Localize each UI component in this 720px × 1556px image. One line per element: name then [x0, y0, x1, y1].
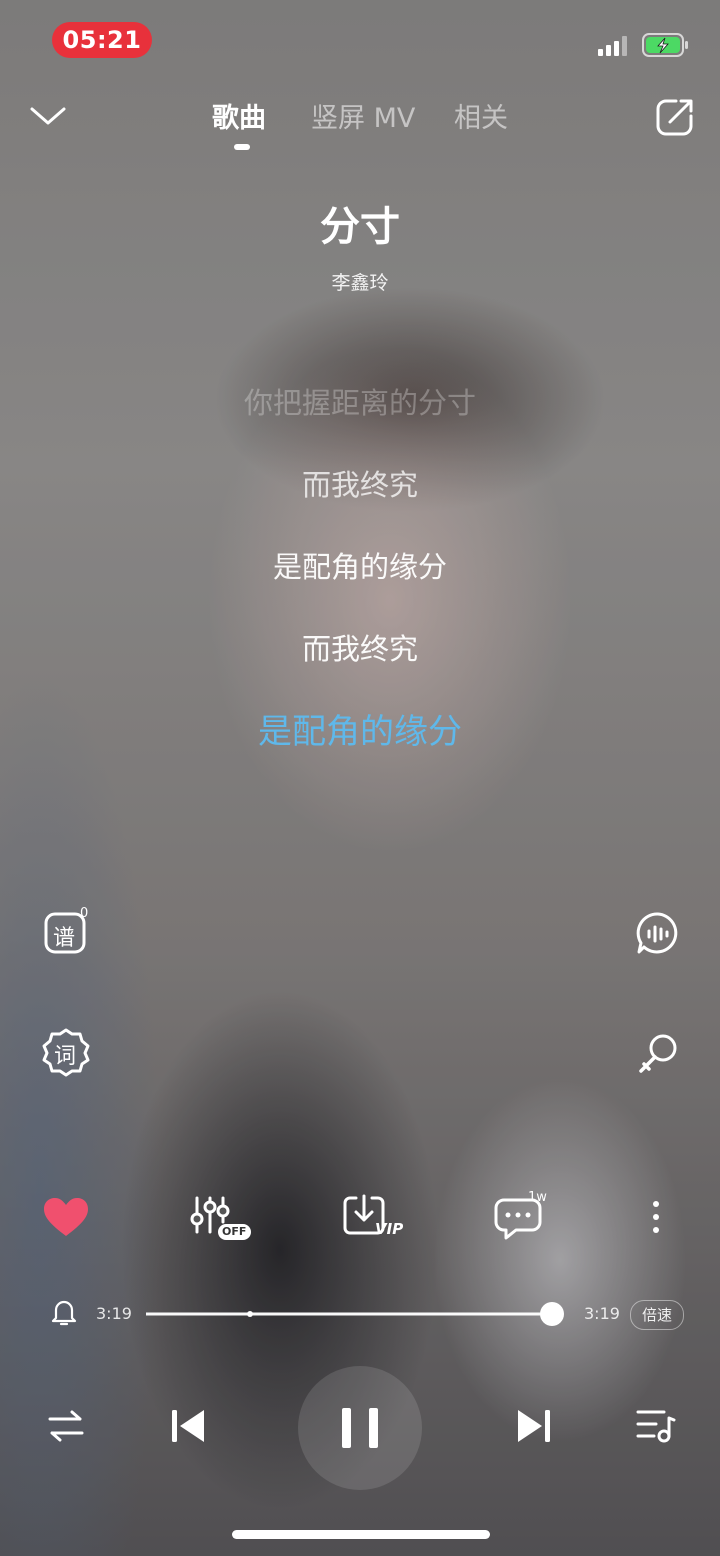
lyric-line[interactable]: 是配角的缘分: [0, 544, 720, 586]
more-vertical-icon: [653, 1201, 659, 1233]
skip-previous-icon: [172, 1410, 204, 1442]
sound-effect-button[interactable]: [630, 906, 686, 962]
shuffle-icon: [48, 1410, 84, 1442]
playback-speed-button[interactable]: 倍速: [630, 1300, 684, 1330]
tab-song[interactable]: 歌曲: [212, 96, 266, 135]
vip-badge: VIP: [375, 1220, 404, 1238]
like-button[interactable]: [40, 1192, 92, 1244]
pause-icon: [342, 1408, 378, 1448]
battery-icon: [642, 32, 690, 58]
sound-effects-toggle[interactable]: OFF: [188, 1192, 254, 1244]
active-tab-indicator: [234, 144, 250, 150]
highlight-marker: [247, 1311, 253, 1317]
lyric-line[interactable]: 而我终究: [0, 462, 720, 504]
score-label: 谱: [53, 926, 76, 951]
playlist-icon: [636, 1410, 676, 1443]
song-title: 分寸: [320, 204, 400, 250]
tab-vertical-mv[interactable]: 竖屏 MV: [311, 96, 415, 135]
comment-count: 1w: [528, 1190, 547, 1205]
pause-button[interactable]: [298, 1366, 422, 1490]
top-tabs: 歌曲 竖屏 MV 相关: [0, 96, 720, 156]
lyric-line[interactable]: 而我终究: [0, 626, 720, 668]
current-lyric-line[interactable]: 是配角的缘分: [0, 704, 720, 753]
artist-name[interactable]: 李鑫玲: [0, 268, 720, 295]
status-time: 05:21: [52, 22, 152, 58]
download-button[interactable]: VIP: [342, 1192, 406, 1244]
lyric-label: 词: [54, 1044, 77, 1069]
lyric-poster-button[interactable]: 词: [38, 1024, 94, 1080]
signal-icon: [598, 36, 630, 56]
audio-wave-icon: [636, 912, 678, 954]
microphone-icon: [639, 1034, 677, 1073]
lyric-line[interactable]: 你把握距离的分寸: [0, 380, 720, 422]
share-button[interactable]: [654, 96, 696, 138]
home-indicator[interactable]: [232, 1530, 490, 1539]
playlist-button[interactable]: [634, 1404, 676, 1446]
karaoke-button[interactable]: [630, 1026, 686, 1082]
more-options-button[interactable]: [640, 1192, 672, 1244]
previous-button[interactable]: [168, 1406, 208, 1446]
play-mode-button[interactable]: [46, 1406, 86, 1446]
skip-next-icon: [518, 1410, 550, 1442]
progress-thumb[interactable]: [540, 1302, 564, 1326]
effect-off-badge: OFF: [222, 1225, 247, 1238]
tab-related[interactable]: 相关: [454, 96, 508, 135]
total-time: 3:19: [584, 1304, 620, 1323]
next-button[interactable]: [514, 1406, 554, 1446]
heart-icon: [44, 1198, 88, 1236]
share-icon: [656, 99, 693, 136]
score-count: 0: [80, 906, 89, 921]
